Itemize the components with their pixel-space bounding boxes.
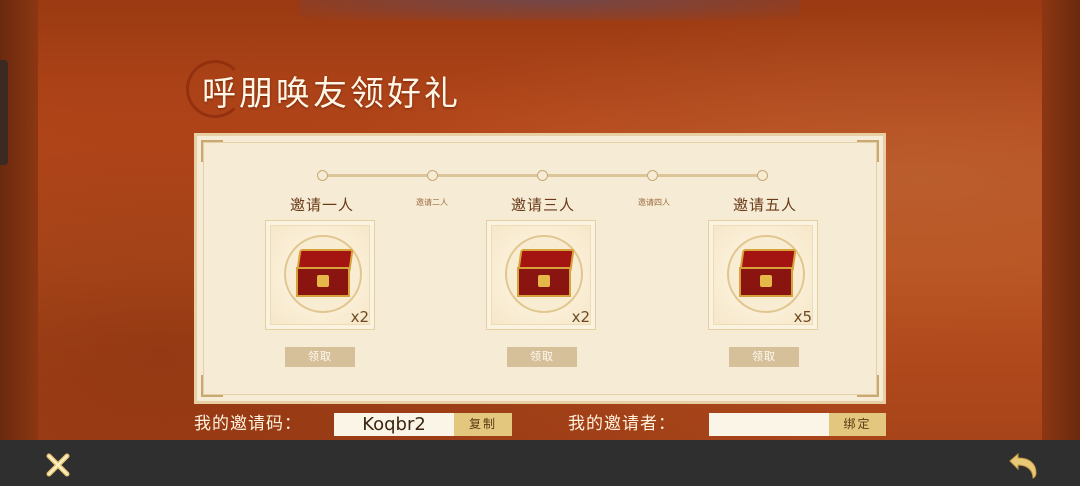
page-title: 呼朋唤友领好礼 [202, 74, 461, 114]
progress-node [427, 170, 438, 181]
progress-node [317, 170, 328, 181]
reward-card[interactable]: x5 [708, 220, 818, 330]
background-art [300, 0, 800, 20]
milestone-label: 邀请五人 [732, 196, 797, 214]
claim-button[interactable]: 领取 [729, 347, 799, 367]
claim-button[interactable]: 领取 [285, 347, 355, 367]
progress-node [757, 170, 768, 181]
corner-ornament [857, 375, 879, 397]
reward-card[interactable]: x2 [486, 220, 596, 330]
treasure-chest-icon [296, 249, 354, 299]
claim-button[interactable]: 领取 [507, 347, 577, 367]
invite-code-label: 我的邀请码： [194, 414, 302, 434]
reward-quantity: x5 [793, 308, 812, 326]
close-x-icon[interactable] [44, 452, 72, 478]
milestone-label: 邀请一人 [289, 196, 354, 214]
right-border [1042, 0, 1080, 440]
milestone-label: 邀请三人 [510, 196, 575, 214]
medallion-frame [505, 235, 583, 313]
progress-node [647, 170, 658, 181]
corner-ornament [201, 375, 223, 397]
treasure-chest-icon [739, 249, 797, 299]
inviter-label: 我的邀请者： [568, 414, 676, 434]
treasure-chest-icon [517, 249, 575, 299]
copy-button[interactable]: 复制 [454, 413, 512, 436]
medallion-frame [284, 235, 362, 313]
progress-node [537, 170, 548, 181]
reward-panel: 邀请一人 x2 领取 邀请二人 邀请三人 x2 领取 邀请四人 邀请五人 x5 … [194, 133, 886, 404]
bottom-navigation-bar [0, 440, 1080, 486]
reward-card[interactable]: x2 [265, 220, 375, 330]
reward-quantity: x2 [571, 308, 590, 326]
back-arrow-icon[interactable] [1006, 451, 1040, 481]
corner-ornament [857, 140, 879, 162]
intermediate-label: 邀请二人 [416, 198, 448, 207]
reward-quantity: x2 [350, 308, 369, 326]
corner-ornament [201, 140, 223, 162]
inviter-input[interactable] [709, 413, 829, 436]
invite-code-field[interactable]: Koqbr2 [334, 413, 454, 436]
intermediate-label: 邀请四人 [638, 198, 670, 207]
side-tab-handle [0, 60, 8, 165]
medallion-frame [727, 235, 805, 313]
bind-button[interactable]: 绑定 [829, 413, 886, 436]
